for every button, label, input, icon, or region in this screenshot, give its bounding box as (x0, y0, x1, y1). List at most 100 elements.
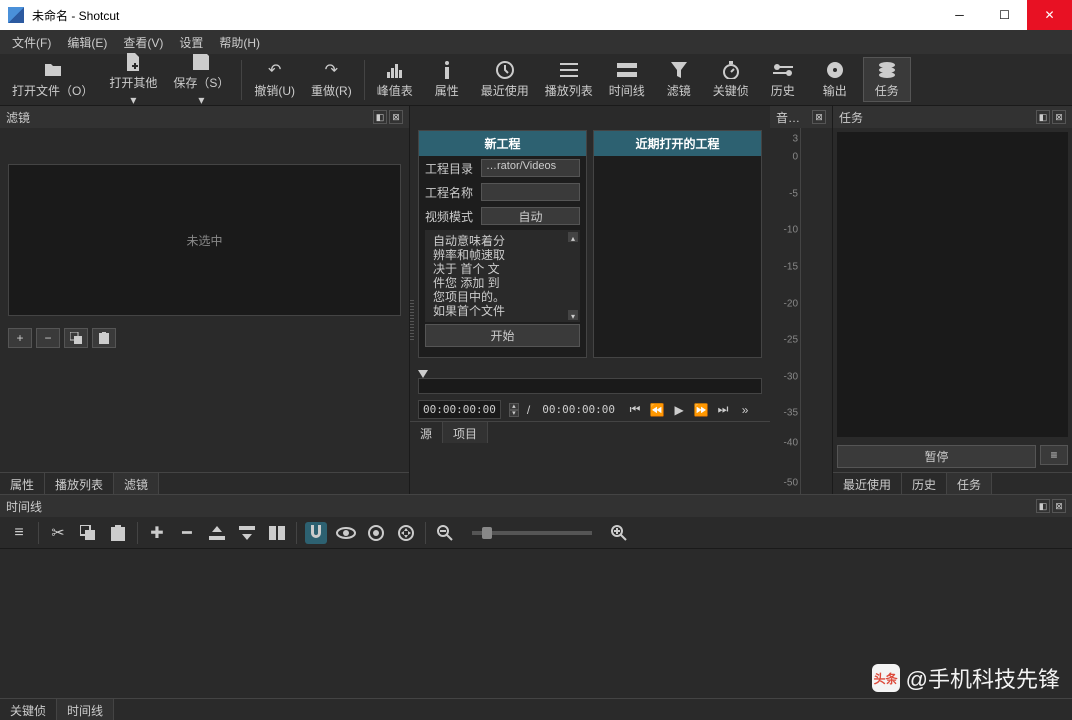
filters-title: 滤镜 (6, 109, 371, 126)
audio-meter-panel: 音…⊠ 3 0 -5 -10 -15 -20 -25 -30 -35 -40 -… (770, 106, 832, 494)
copy-button[interactable] (77, 522, 99, 544)
history-icon (773, 60, 793, 80)
tab-recent[interactable]: 最近使用 (833, 473, 902, 494)
export-label: 输出 (823, 82, 847, 99)
menu-edit[interactable]: 编辑(E) (59, 34, 115, 51)
filters-button[interactable]: 滤镜 (655, 58, 703, 101)
menu-settings[interactable]: 设置 (171, 34, 211, 51)
split-button[interactable] (266, 522, 288, 544)
panel-float-button[interactable]: ◧ (1036, 110, 1050, 124)
close-button[interactable]: ✕ (1027, 0, 1072, 30)
timeline-menu-button[interactable]: ≡ (8, 522, 30, 544)
ripple-all-button[interactable] (395, 522, 417, 544)
play-button[interactable]: ▶ (671, 402, 687, 418)
panel-close-button[interactable]: ⊠ (1052, 499, 1066, 513)
panel-float-button[interactable]: ◧ (373, 110, 387, 124)
open-other-button[interactable]: 打开其他 ▾ (103, 50, 163, 109)
menu-file[interactable]: 文件(F) (4, 34, 59, 51)
tab-timeline[interactable]: 时间线 (57, 699, 114, 720)
scrub-audio-button[interactable] (335, 522, 357, 544)
tab-source[interactable]: 源 (410, 422, 443, 443)
forward-button[interactable]: ⏩ (693, 402, 709, 418)
panel-close-button[interactable]: ⊠ (389, 110, 403, 124)
snap-button[interactable] (305, 522, 327, 544)
titlebar: 未命名 - Shotcut ─ ☐ ✕ (0, 0, 1072, 30)
save-button[interactable]: 保存（S） ▾ (167, 50, 235, 109)
tab-project[interactable]: 项目 (443, 422, 488, 443)
history-button[interactable]: 历史 (759, 58, 807, 101)
remove-button[interactable]: ━ (176, 522, 198, 544)
tab-keyframes[interactable]: 关键侦 (0, 699, 57, 720)
panel-float-button[interactable]: ◧ (1036, 499, 1050, 513)
zoom-out-button[interactable] (434, 522, 456, 544)
time-separator: / (527, 403, 530, 417)
undo-button[interactable]: ↶撤销(U) (248, 58, 301, 101)
export-button[interactable]: 输出 (811, 58, 859, 101)
overwrite-button[interactable] (236, 522, 258, 544)
more-button[interactable]: » (737, 402, 753, 418)
redo-button[interactable]: ↷重做(R) (305, 58, 358, 101)
audio-title: 音… (776, 109, 810, 126)
peak-label: 峰值表 (377, 82, 413, 99)
zoom-handle[interactable] (482, 527, 492, 539)
scroll-down-button[interactable]: ▾ (568, 310, 578, 320)
menu-help[interactable]: 帮助(H) (211, 34, 268, 51)
dir-input[interactable]: …rator/Videos (481, 159, 580, 177)
start-button[interactable]: 开始 (425, 324, 580, 347)
scrub-bar[interactable] (418, 370, 762, 394)
pause-button[interactable]: 暂停 (837, 445, 1036, 468)
recent-button[interactable]: 最近使用 (475, 58, 535, 101)
scrub-track[interactable] (418, 378, 762, 394)
paste-button[interactable] (107, 522, 129, 544)
undo-label: 撤销(U) (254, 82, 295, 99)
properties-button[interactable]: 属性 (423, 58, 471, 101)
skip-start-button[interactable]: ⏮ (627, 402, 643, 418)
mode-selector[interactable]: 自动 (481, 207, 580, 225)
watermark-text: @手机科技先锋 (906, 662, 1060, 694)
playlist-button[interactable]: 播放列表 (539, 58, 599, 101)
time-spinner[interactable]: ▴▾ (509, 403, 519, 417)
tasks-menu-button[interactable]: ≡ (1040, 445, 1068, 465)
drag-handle[interactable] (410, 300, 414, 340)
add-filter-button[interactable]: + (8, 328, 32, 348)
meter-icon (385, 60, 405, 80)
timeline-button[interactable]: 时间线 (603, 58, 651, 101)
lift-button[interactable] (206, 522, 228, 544)
remove-filter-button[interactable]: − (36, 328, 60, 348)
rewind-button[interactable]: ⏪ (649, 402, 665, 418)
timeline-label: 时间线 (609, 82, 645, 99)
panel-close-button[interactable]: ⊠ (812, 110, 826, 124)
paste-filter-button[interactable] (92, 328, 116, 348)
menu-view[interactable]: 查看(V) (115, 34, 171, 51)
copy-filter-button[interactable] (64, 328, 88, 348)
tab-properties[interactable]: 属性 (0, 473, 45, 494)
open-file-button[interactable]: 打开文件（O） (6, 58, 99, 101)
scroll-up-button[interactable]: ▴ (568, 232, 578, 242)
window-title: 未命名 - Shotcut (32, 7, 937, 24)
zoom-slider[interactable] (472, 531, 592, 535)
tab-playlist[interactable]: 播放列表 (45, 473, 114, 494)
minimize-button[interactable]: ─ (937, 0, 982, 30)
new-project-box: 新工程 工程目录…rator/Videos 工程名称 视频模式自动 ▴ 自动意味… (418, 130, 587, 358)
info-icon (437, 60, 457, 80)
current-time[interactable]: 00:00:00:00 (418, 400, 501, 419)
append-button[interactable]: ✚ (146, 522, 168, 544)
save-label: 保存（S） (173, 74, 229, 91)
skip-end-button[interactable]: ⏭ (715, 402, 731, 418)
panel-close-button[interactable]: ⊠ (1052, 110, 1066, 124)
playhead-icon[interactable] (418, 370, 428, 378)
history-label: 历史 (771, 82, 795, 99)
peak-meter-button[interactable]: 峰值表 (371, 58, 419, 101)
tab-filters[interactable]: 滤镜 (114, 473, 159, 494)
jobs-button[interactable]: 任务 (863, 57, 911, 102)
timeline-title: 时间线 (6, 498, 1034, 515)
name-input[interactable] (481, 183, 580, 201)
open-other-label: 打开其他 (109, 74, 157, 91)
maximize-button[interactable]: ☐ (982, 0, 1027, 30)
cut-button[interactable]: ✂ (47, 522, 69, 544)
zoom-in-button[interactable] (608, 522, 630, 544)
tab-history[interactable]: 历史 (902, 473, 947, 494)
tab-jobs[interactable]: 任务 (947, 473, 992, 494)
ripple-button[interactable] (365, 522, 387, 544)
keyframes-button[interactable]: 关键侦 (707, 58, 755, 101)
